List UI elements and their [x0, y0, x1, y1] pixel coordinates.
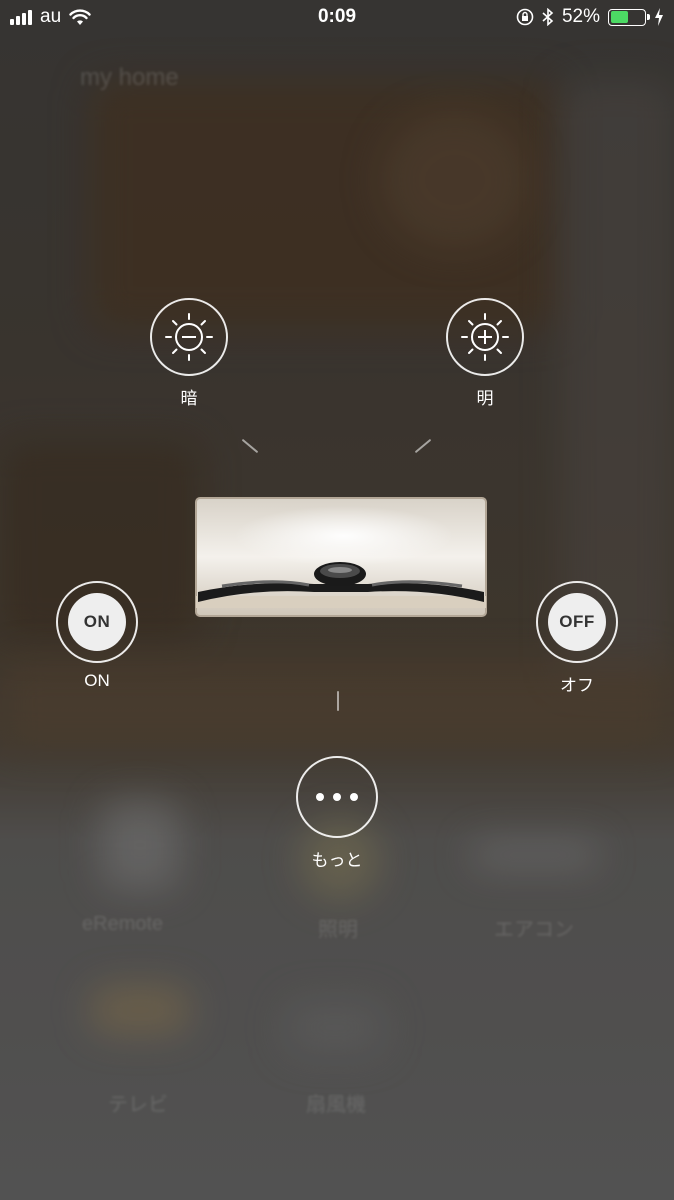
- bluetooth-icon: [542, 8, 554, 26]
- off-control[interactable]: OFF オフ: [536, 581, 618, 696]
- off-label: オフ: [560, 676, 594, 695]
- brightness-plus-icon: [461, 313, 509, 361]
- status-bar: au 0:09 52%: [0, 0, 674, 36]
- battery-icon: [608, 8, 650, 26]
- battery-percent: 52%: [561, 6, 600, 27]
- connector-tick-more: [337, 691, 339, 711]
- more-button[interactable]: [296, 756, 378, 838]
- rotation-lock-icon: [516, 8, 534, 26]
- on-control[interactable]: ON ON: [56, 581, 138, 691]
- more-control[interactable]: もっと: [296, 756, 378, 871]
- air-conditioner-icon: [195, 497, 487, 617]
- bright-control[interactable]: 明: [445, 298, 525, 409]
- dim-button[interactable]: [150, 298, 228, 376]
- off-badge: OFF: [548, 593, 606, 651]
- on-badge: ON: [68, 593, 126, 651]
- dim-label: 暗: [180, 389, 198, 408]
- bright-label: 明: [476, 389, 494, 408]
- charging-icon: [655, 8, 663, 26]
- on-label: ON: [84, 671, 110, 690]
- brightness-minus-icon: [165, 313, 213, 361]
- on-button[interactable]: ON: [56, 581, 138, 663]
- bright-button[interactable]: [446, 298, 524, 376]
- more-dots-icon: [316, 793, 358, 801]
- more-label: もっと: [311, 851, 363, 870]
- off-button[interactable]: OFF: [536, 581, 618, 663]
- dim-control[interactable]: 暗: [149, 298, 229, 409]
